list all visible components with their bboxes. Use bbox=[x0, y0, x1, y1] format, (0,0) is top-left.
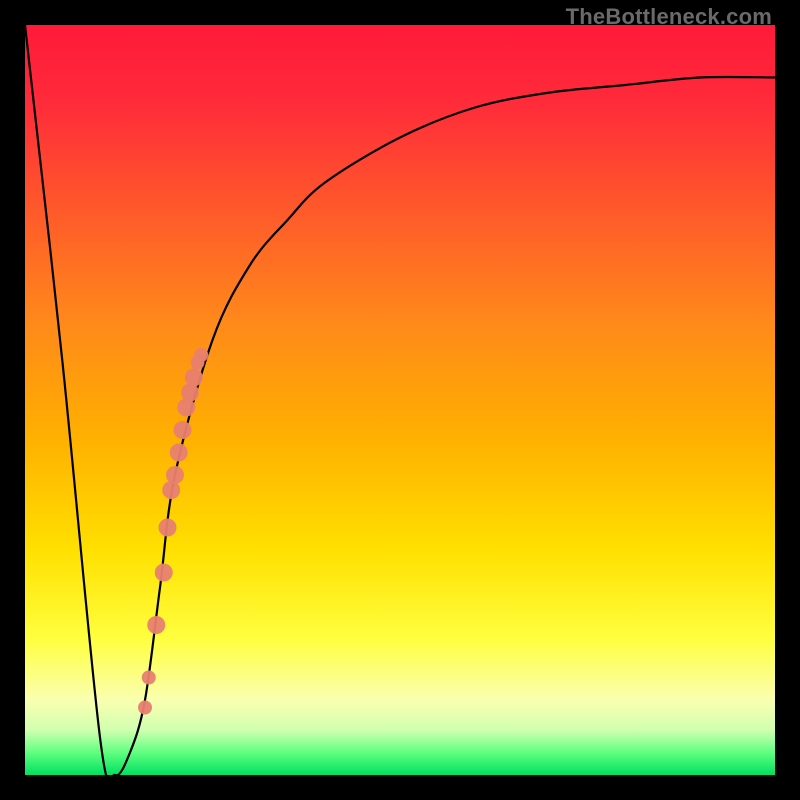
chart-frame: TheBottleneck.com bbox=[0, 0, 800, 800]
highlight-point bbox=[177, 399, 195, 417]
highlight-point bbox=[147, 616, 165, 634]
curve-layer bbox=[25, 25, 775, 775]
highlight-markers bbox=[138, 348, 208, 715]
highlight-point bbox=[194, 348, 208, 362]
highlight-point bbox=[185, 369, 203, 387]
highlight-point bbox=[174, 421, 192, 439]
highlight-point bbox=[170, 444, 188, 462]
highlight-point bbox=[181, 384, 199, 402]
bottleneck-curve-path bbox=[25, 25, 775, 775]
plot-area bbox=[25, 25, 775, 775]
highlight-point bbox=[162, 481, 180, 499]
highlight-point bbox=[142, 671, 156, 685]
highlight-point bbox=[138, 701, 152, 715]
highlight-point bbox=[155, 564, 173, 582]
highlight-point bbox=[191, 356, 205, 370]
watermark-text: TheBottleneck.com bbox=[566, 4, 772, 30]
highlight-point bbox=[166, 466, 184, 484]
highlight-point bbox=[159, 519, 177, 537]
